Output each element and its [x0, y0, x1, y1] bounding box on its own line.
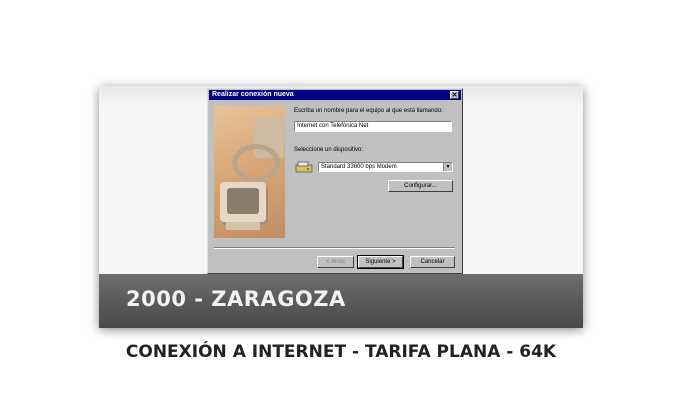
- device-label: Seleccione un dispositivo:: [294, 147, 364, 153]
- dialog-title: Realizar conexión nueva: [212, 91, 294, 98]
- device-select-value: Standard 33600 bps Modem: [321, 164, 397, 170]
- cancel-button[interactable]: Cancelar: [410, 256, 455, 268]
- banner-title: 2000 - ZARAGOZA: [126, 287, 346, 311]
- next-button[interactable]: Siguiente >: [357, 255, 404, 269]
- computer-name-input[interactable]: Internet con Telefónica Net: [294, 121, 452, 132]
- title-banner: 2000 - ZARAGOZA: [99, 274, 583, 328]
- wizard-illustration: [214, 106, 285, 238]
- chevron-down-icon[interactable]: ▼: [443, 163, 452, 171]
- back-button[interactable]: < Atrás: [317, 256, 354, 268]
- dialog-separator: [214, 247, 455, 249]
- caption-text: CONEXIÓN A INTERNET - TARIFA PLANA - 64K: [125, 342, 557, 362]
- new-connection-dialog: Realizar conexión nueva ✕ Escriba un nom…: [207, 88, 463, 274]
- configure-button[interactable]: Configurar...: [388, 180, 453, 192]
- device-select[interactable]: Standard 33600 bps Modem ▼: [318, 162, 453, 172]
- close-icon[interactable]: ✕: [450, 91, 459, 99]
- dialog-titlebar: Realizar conexión nueva ✕: [209, 90, 461, 100]
- image-card: Realizar conexión nueva ✕ Escriba un nom…: [99, 86, 583, 328]
- modem-icon: [295, 161, 313, 173]
- computer-name-label: Escriba un nombre para el equipo al que …: [294, 108, 443, 114]
